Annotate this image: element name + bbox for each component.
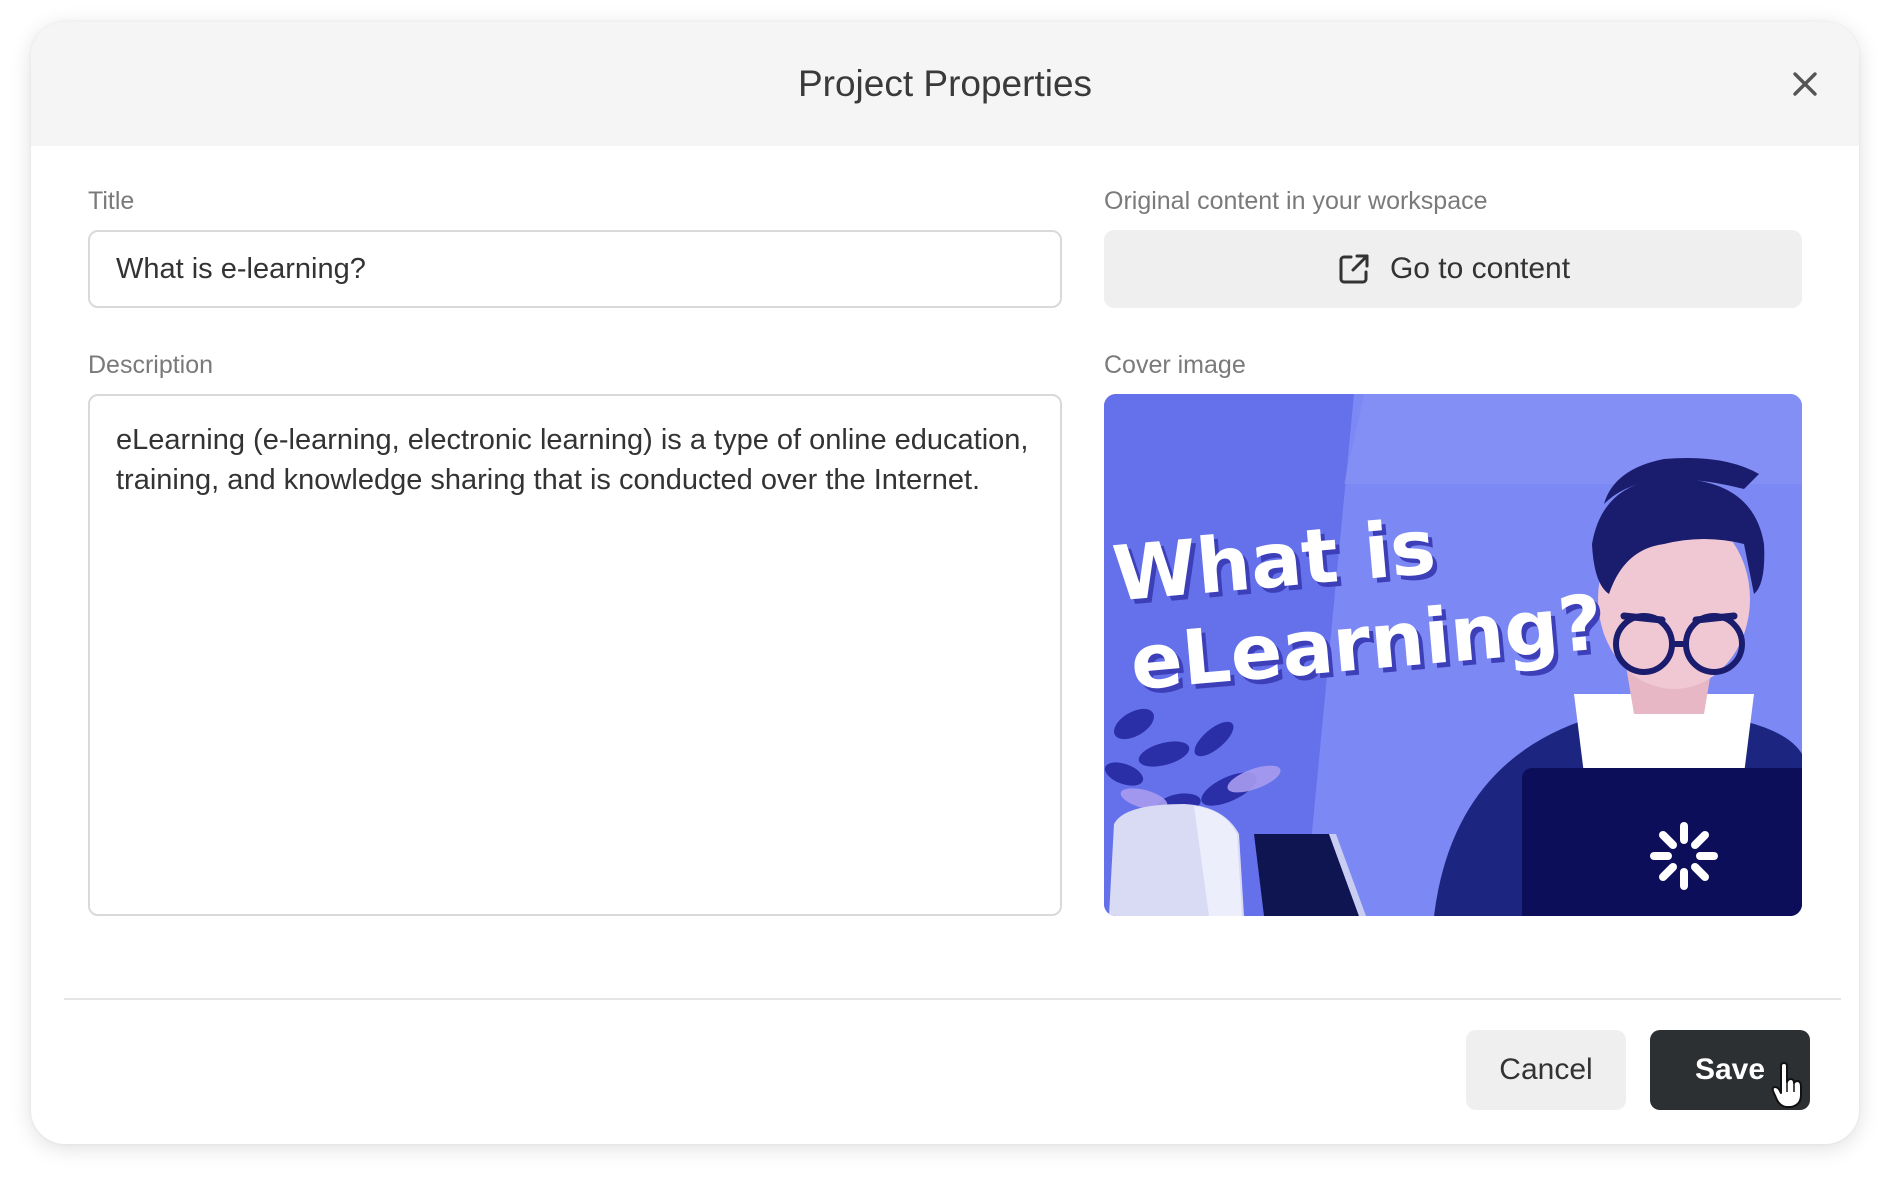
cover-image-label: Cover image: [1104, 351, 1246, 379]
close-button[interactable]: [1785, 64, 1825, 104]
title-label: Title: [88, 187, 135, 215]
dialog-title: Project Properties: [797, 63, 1093, 104]
cancel-button[interactable]: Cancel: [1466, 1030, 1626, 1110]
external-link-icon: [1339, 254, 1369, 284]
original-content-label: Original content in your workspace: [1104, 187, 1488, 215]
go-to-content-label: Go to content: [1389, 252, 1571, 285]
project-properties-dialog: Project Properties Title Description eLe…: [31, 22, 1859, 1144]
go-to-content-button[interactable]: Go to content: [1104, 230, 1802, 308]
cover-illustration: What is What is eLearning? eLearning?: [1104, 394, 1802, 916]
hand-cursor-icon: [1771, 1062, 1802, 1108]
footer-divider: [64, 998, 1841, 1000]
cover-image[interactable]: What is What is eLearning? eLearning?: [1104, 394, 1802, 916]
dialog-header: Project Properties: [31, 22, 1859, 146]
description-textarea[interactable]: eLearning (e-learning, electronic learni…: [88, 394, 1062, 916]
close-icon: [1793, 72, 1817, 96]
title-input[interactable]: [88, 230, 1062, 308]
description-label: Description: [88, 351, 214, 379]
